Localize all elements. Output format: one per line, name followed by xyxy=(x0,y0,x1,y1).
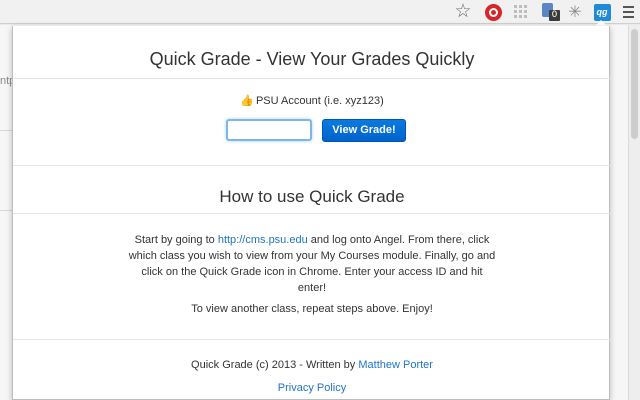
extension-badge-count: 0 xyxy=(549,10,560,21)
footer: Quick Grade (c) 2013 - Written by Matthe… xyxy=(191,359,433,371)
menu-icon[interactable] xyxy=(620,2,636,22)
account-label: 👍 PSU Account (i.e. xyz123) xyxy=(13,94,611,107)
view-grade-button[interactable]: View Grade! xyxy=(322,119,406,142)
divider xyxy=(13,339,611,340)
popup-title: Quick Grade - View Your Grades Quickly xyxy=(149,49,475,69)
scrollbar-thumb[interactable] xyxy=(631,29,638,139)
divider xyxy=(13,78,611,79)
cms-link[interactable]: http://cms.psu.edu xyxy=(218,234,308,246)
browser-toolbar: ☆ 0 ✳ qg xyxy=(0,0,640,24)
instructions-text: Start by going to http://cms.psu.edu and… xyxy=(128,234,496,294)
divider xyxy=(13,213,611,214)
grid-icon[interactable] xyxy=(512,2,530,22)
quick-grade-icon[interactable]: qg xyxy=(592,2,612,22)
repeat-note: To view another class, repeat steps abov… xyxy=(191,303,433,315)
extension-popup: Quick Grade - View Your Grades Quickly 👍… xyxy=(12,26,611,400)
account-id-input[interactable] xyxy=(226,119,312,141)
divider xyxy=(13,165,611,166)
privacy-policy-link[interactable]: Privacy Policy xyxy=(278,382,346,394)
star-icon[interactable]: ☆ xyxy=(453,2,473,22)
account-label-text: PSU Account (i.e. xyz123) xyxy=(255,95,384,107)
page-scrollbar[interactable] xyxy=(628,25,640,400)
author-link[interactable]: Matthew Porter xyxy=(358,359,433,371)
privacy-policy: Privacy Policy xyxy=(13,382,611,394)
extension-badge-icon[interactable]: 0 xyxy=(540,2,562,22)
ublock-icon[interactable] xyxy=(484,2,502,22)
howto-title: How to use Quick Grade xyxy=(219,187,405,206)
thumbs-up-icon: 👍 xyxy=(240,95,254,107)
bug-icon[interactable]: ✳ xyxy=(565,2,585,22)
